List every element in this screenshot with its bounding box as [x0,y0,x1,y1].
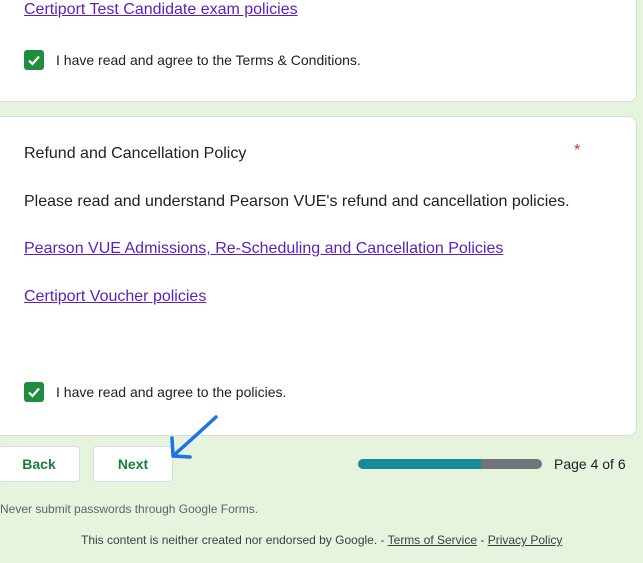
progress-bar [358,459,542,469]
question-title: Refund and Cancellation Policy [24,145,247,162]
terms-agree-checkbox[interactable] [24,50,44,70]
refund-policy-card: Refund and Cancellation Policy * Please … [0,116,637,436]
footer: This content is neither created nor endo… [81,533,562,547]
certiport-exam-policies-link[interactable]: Certiport Test Candidate exam policies [24,1,298,19]
terms-agree-row: I have read and agree to the Terms & Con… [24,50,361,70]
pearson-vue-policies-link[interactable]: Pearson VUE Admissions, Re-Scheduling an… [24,240,503,258]
terms-agree-label: I have read and agree to the Terms & Con… [56,52,361,68]
footer-disclaimer: This content is neither created nor endo… [81,533,385,547]
back-button[interactable]: Back [0,446,80,482]
policies-agree-checkbox[interactable] [24,382,44,402]
required-asterisk: * [574,142,581,159]
checkmark-icon [28,387,40,398]
question-description: Please read and understand Pearson VUE's… [24,193,570,210]
progress-bar-fill [358,459,481,469]
privacy-policy-link[interactable]: Privacy Policy [488,533,563,547]
footer-separator: - [480,533,485,547]
terms-of-service-link[interactable]: Terms of Service [388,533,477,547]
annotation-arrow-icon [170,415,218,459]
policies-agree-row: I have read and agree to the policies. [24,382,286,402]
page-indicator: Page 4 of 6 [554,456,626,472]
terms-card: Certiport Test Candidate exam policies I… [0,0,637,102]
password-warning: Never submit passwords through Google Fo… [0,502,259,516]
certiport-voucher-policies-link[interactable]: Certiport Voucher policies [24,288,206,306]
checkmark-icon [28,55,40,66]
next-button[interactable]: Next [93,446,173,482]
policies-agree-label: I have read and agree to the policies. [56,384,287,400]
